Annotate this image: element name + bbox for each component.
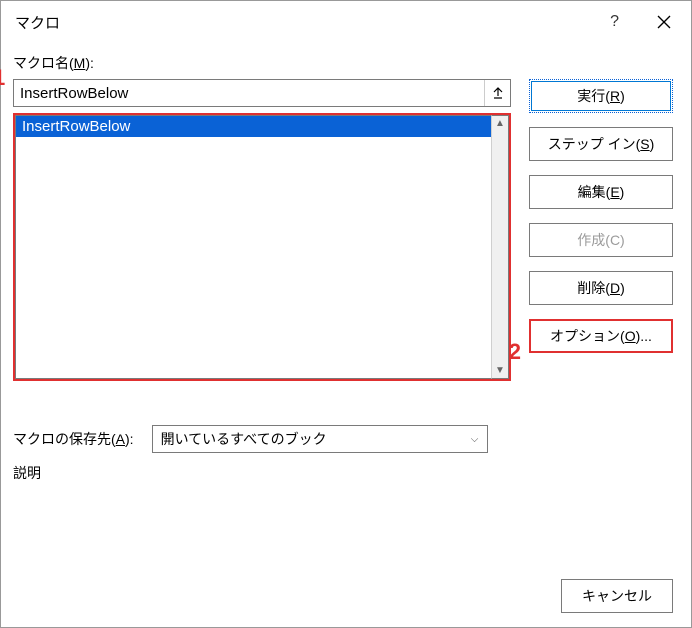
dialog-footer: キャンセル <box>13 559 673 613</box>
macro-listbox[interactable]: InsertRowBelow <box>15 115 491 379</box>
store-label: マクロの保存先(A): <box>13 429 134 449</box>
left-column: InsertRowBelow ▲ ▼ <box>13 79 511 381</box>
dialog-content: 1 マクロ名(M): 2 InsertRowBelow ▲ <box>1 43 691 627</box>
store-row: マクロの保存先(A): 開いているすべてのブック ⌵ <box>13 425 673 453</box>
help-button[interactable]: ? <box>610 13 619 31</box>
close-button[interactable] <box>643 9 685 35</box>
scroll-up-icon[interactable]: ▲ <box>495 118 505 129</box>
macro-dialog: マクロ ? 1 マクロ名(M): 2 <box>0 0 692 628</box>
step-in-button[interactable]: ステップ イン(S) <box>529 127 673 161</box>
list-item[interactable]: InsertRowBelow <box>16 116 491 137</box>
titlebar-controls: ? <box>610 9 685 35</box>
macro-name-label: マクロ名(M): <box>13 53 673 73</box>
edit-button[interactable]: 編集(E) <box>529 175 673 209</box>
store-select-value: 開いているすべてのブック <box>153 429 463 449</box>
run-button[interactable]: 実行(R) <box>529 79 673 113</box>
macro-name-input[interactable] <box>14 80 484 106</box>
goto-reference-button[interactable] <box>484 80 510 106</box>
titlebar: マクロ ? <box>1 1 691 43</box>
button-column: 実行(R) ステップ イン(S) 編集(E) 作成(C) 削除(D) オプション… <box>529 79 673 381</box>
annotation-1: 1 <box>0 65 5 91</box>
create-button: 作成(C) <box>529 223 673 257</box>
description-label: 説明 <box>13 463 673 483</box>
top-area: 2 InsertRowBelow ▲ ▼ <box>13 79 673 381</box>
listbox-scrollbar[interactable]: ▲ ▼ <box>491 115 509 379</box>
macro-list-frame: InsertRowBelow ▲ ▼ <box>13 113 511 381</box>
chevron-down-icon[interactable]: ⌵ <box>463 434 487 445</box>
delete-button[interactable]: 削除(D) <box>529 271 673 305</box>
options-button[interactable]: オプション(O)... <box>529 319 673 353</box>
store-select[interactable]: 開いているすべてのブック ⌵ <box>152 425 488 453</box>
window-title: マクロ <box>15 12 60 33</box>
scroll-down-icon[interactable]: ▼ <box>495 365 505 376</box>
cancel-button[interactable]: キャンセル <box>561 579 673 613</box>
macro-name-input-wrap <box>13 79 511 107</box>
